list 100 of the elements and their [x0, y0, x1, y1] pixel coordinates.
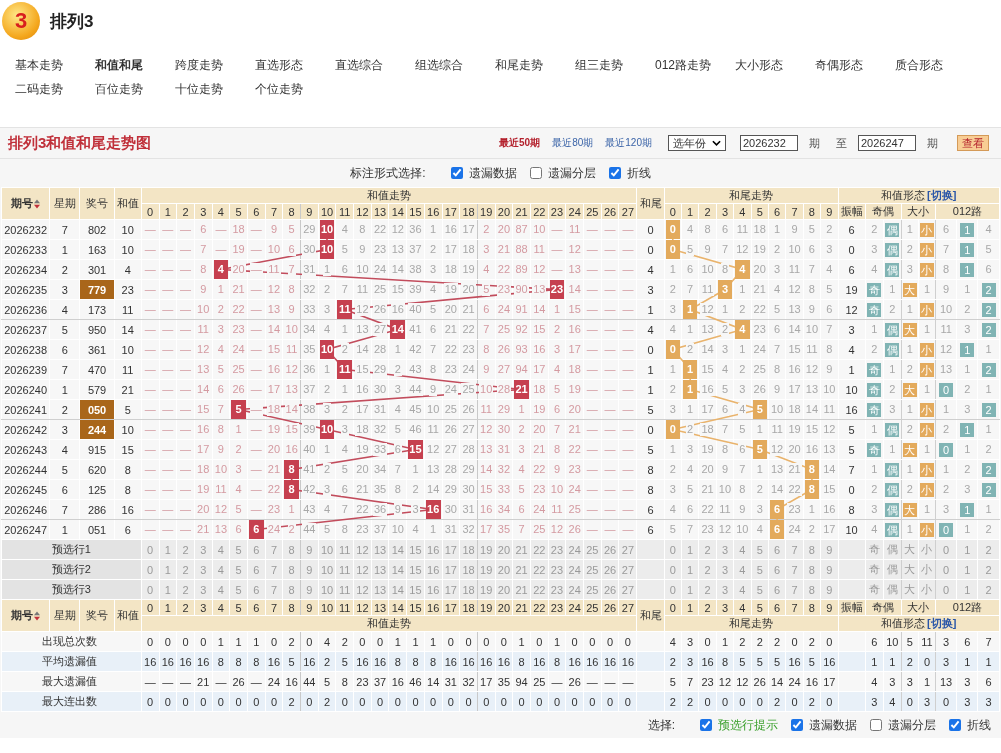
nav-link[interactable]: 个位走势	[255, 81, 335, 97]
period-field[interactable]: 2026247	[858, 135, 916, 151]
nav-link[interactable]: 十位走势	[175, 81, 255, 97]
omission-value: 2	[773, 243, 782, 256]
nav-link[interactable]: 012路走势	[655, 57, 735, 73]
column-header: 星期	[49, 187, 80, 220]
omission-value: 2	[429, 243, 438, 256]
omission-value: 1	[888, 283, 897, 296]
nav-link[interactable]: 二码走势	[15, 81, 95, 97]
hit-marker: 大	[902, 502, 917, 517]
range-link[interactable]: 最近80期	[552, 136, 594, 150]
omission-value: 2	[738, 363, 747, 376]
omission-value: 20	[752, 263, 767, 276]
nav-link[interactable]: 直选综合	[335, 57, 415, 73]
omission-value: 2	[738, 303, 747, 316]
omission-value: 40	[302, 443, 317, 456]
omission-value: 8	[216, 423, 225, 436]
omission-value: 15	[196, 403, 211, 416]
nav-link[interactable]: 跨度走势	[175, 57, 255, 73]
nav-link[interactable]: 和值和尾	[95, 57, 175, 73]
omission-value: 16	[266, 363, 282, 376]
omission-value: 19	[700, 443, 715, 456]
view-button[interactable]: 查看	[957, 135, 989, 151]
omission-value: 11	[426, 423, 440, 436]
hit-marker: 奇	[867, 442, 882, 457]
omission-value: 20	[496, 223, 512, 236]
omission-value: 3	[870, 243, 879, 256]
omission-value: 10	[735, 523, 750, 536]
nav-link[interactable]: 大小形态	[735, 57, 815, 73]
hit-marker: 偶	[885, 242, 900, 257]
options-label: 标注形式选择:	[350, 164, 426, 182]
omission-value: 2	[234, 443, 243, 456]
switch-link[interactable]: [切换]	[927, 189, 957, 201]
omission-value: 8	[703, 223, 712, 236]
nav-link[interactable]: 百位走势	[95, 81, 175, 97]
omission-value: 3	[668, 403, 677, 416]
omission-value: 2	[888, 383, 897, 396]
omission-value: 2	[870, 343, 879, 356]
omission-value: 6	[825, 303, 834, 316]
nav-link[interactable]: 基本走势	[15, 57, 95, 73]
omission-value: 1	[905, 403, 914, 416]
omission-value: 14	[787, 323, 802, 336]
checkbox[interactable]	[700, 719, 712, 731]
omission-value: 23	[496, 283, 512, 296]
switch-link[interactable]: [切换]	[927, 617, 957, 629]
omission-value: 17	[355, 403, 370, 416]
period-field[interactable]: 2026232	[740, 135, 798, 151]
omission-value: 10	[355, 263, 370, 276]
checkbox[interactable]	[870, 719, 882, 731]
nav-link[interactable]: 质合形态	[895, 57, 975, 73]
checkbox[interactable]	[529, 167, 542, 179]
omission-value: 2	[905, 423, 914, 436]
omission-value: 3	[517, 443, 526, 456]
checkbox[interactable]	[450, 167, 463, 179]
omission-value: 2	[686, 423, 695, 436]
row-label: 出现总次数	[1, 631, 142, 652]
nav-link[interactable]: 和尾走势	[495, 57, 575, 73]
omission-value: 16	[390, 303, 405, 316]
checkbox[interactable]	[949, 719, 961, 731]
nav-link[interactable]: 组选综合	[415, 57, 495, 73]
nav-link[interactable]: 奇偶形态	[815, 57, 895, 73]
omission-value: 6	[984, 263, 993, 276]
hit-marker: 奇	[867, 402, 882, 417]
omission-value: 5	[340, 243, 349, 256]
omission-value: 2	[482, 223, 491, 236]
omission-value: 2	[755, 483, 764, 496]
omission-value: 14	[390, 263, 405, 276]
omission-value: 18	[787, 403, 802, 416]
omission-value: 25	[496, 323, 512, 336]
year-select[interactable]: 选年份	[668, 135, 726, 151]
omission-value: 16	[787, 363, 802, 376]
omission-value: 13	[196, 363, 211, 376]
nav-link[interactable]: 直选形态	[255, 57, 335, 73]
omission-value: 31	[461, 503, 476, 516]
range-link[interactable]: 最近120期	[605, 136, 652, 150]
nav-link[interactable]: 组三走势	[575, 57, 655, 73]
omission-value: 44	[408, 383, 423, 396]
omission-value: 7	[393, 463, 402, 476]
omission-value: 27	[372, 323, 388, 336]
omission-value: 16	[804, 443, 820, 456]
checkbox[interactable]	[791, 719, 803, 731]
omission-value: 2	[942, 423, 951, 436]
omission-value: 1	[905, 523, 914, 536]
omission-value: 10	[717, 483, 733, 496]
omission-value: 18	[700, 423, 715, 436]
sort-icon[interactable]	[34, 198, 41, 209]
sort-icon[interactable]	[34, 610, 41, 621]
omission-value: 5	[517, 483, 526, 496]
omission-value: 12	[822, 423, 837, 436]
omission-value: 11	[735, 223, 750, 236]
period-cell: 2026240	[1, 379, 50, 400]
omission-value: 18	[752, 223, 767, 236]
omission-value: 16	[700, 383, 715, 396]
omission-value: 2	[984, 523, 993, 536]
omission-value: 34	[372, 463, 388, 476]
range-link[interactable]: 最近50期	[499, 136, 541, 150]
omission-value: 5	[287, 223, 296, 236]
omission-value: 37	[408, 243, 423, 256]
checkbox[interactable]	[608, 167, 621, 179]
omission-value: 17	[461, 223, 476, 236]
